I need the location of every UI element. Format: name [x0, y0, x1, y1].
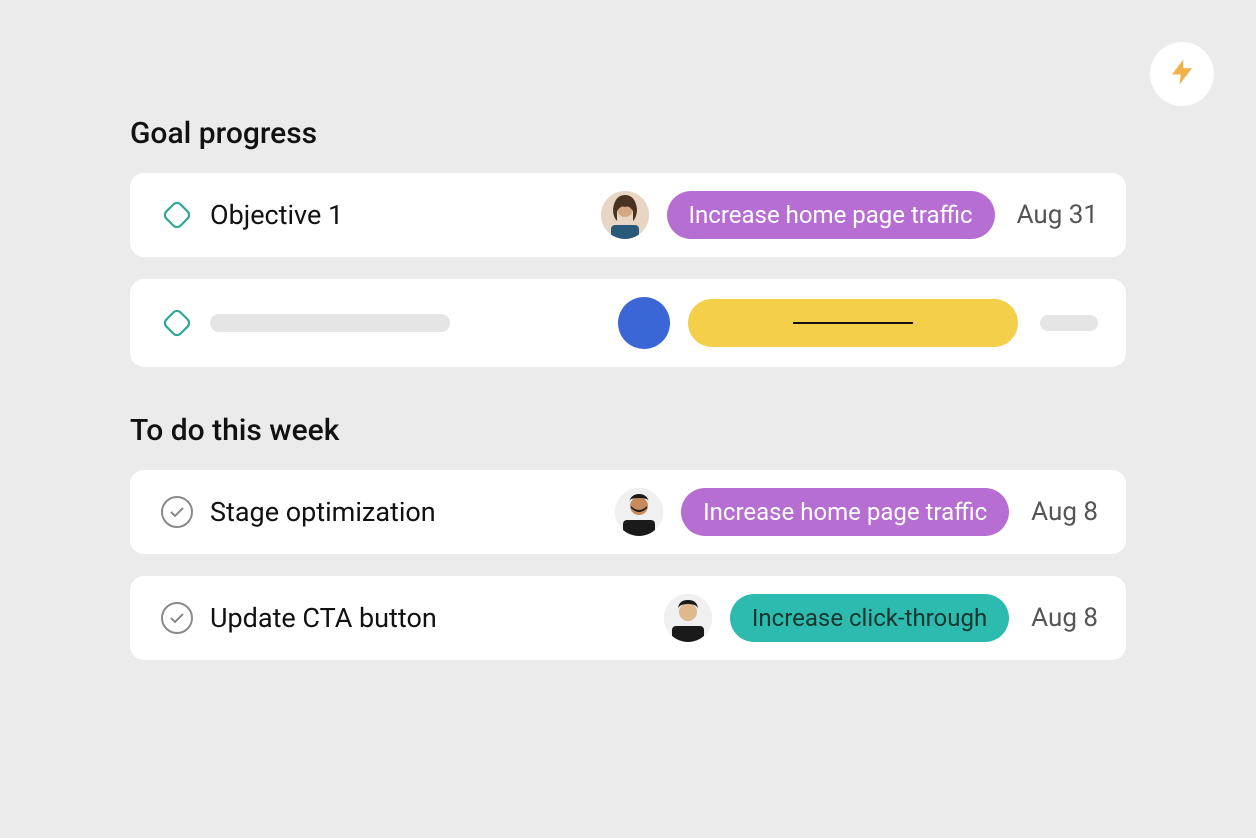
- avatar[interactable]: [615, 488, 663, 536]
- check-circle-icon[interactable]: [158, 599, 196, 637]
- avatar[interactable]: [664, 594, 712, 642]
- goal-row[interactable]: Objective 1 Increase home page traffic A…: [130, 173, 1126, 257]
- project-tag[interactable]: Increase home page traffic: [681, 488, 1009, 536]
- placeholder-avatar: [618, 297, 670, 349]
- automation-badge[interactable]: [1150, 42, 1214, 106]
- due-date: Aug 8: [1031, 603, 1098, 633]
- section-title: Goal progress: [130, 116, 1126, 151]
- check-circle-icon[interactable]: [158, 493, 196, 531]
- project-tag[interactable]: Increase home page traffic: [667, 191, 995, 239]
- section-title: To do this week: [130, 413, 1126, 448]
- task-title: Stage optimization: [210, 496, 615, 528]
- goal-row-placeholder[interactable]: [130, 279, 1126, 367]
- diamond-icon: [158, 196, 196, 234]
- placeholder-date: [1040, 315, 1098, 331]
- section-todo: To do this week Stage optimization Incre…: [130, 413, 1126, 660]
- goal-title: Objective 1: [210, 199, 601, 231]
- task-title: Update CTA button: [210, 602, 664, 634]
- placeholder-title: [210, 314, 450, 332]
- avatar[interactable]: [601, 191, 649, 239]
- dashboard: Goal progress Objective 1 Increase home …: [0, 0, 1256, 660]
- project-tag[interactable]: Increase click-through: [730, 594, 1009, 642]
- placeholder-tag: [688, 299, 1018, 347]
- diamond-icon: [158, 304, 196, 342]
- due-date: Aug 31: [1017, 200, 1098, 230]
- due-date: Aug 8: [1031, 497, 1098, 527]
- section-goal-progress: Goal progress Objective 1 Increase home …: [130, 116, 1126, 367]
- task-row[interactable]: Stage optimization Increase home page tr…: [130, 470, 1126, 554]
- task-row[interactable]: Update CTA button Increase click-through…: [130, 576, 1126, 660]
- lightning-icon: [1167, 57, 1197, 91]
